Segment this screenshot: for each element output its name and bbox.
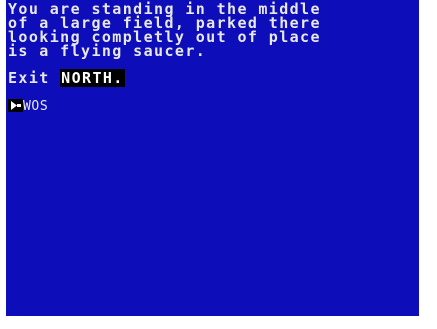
description-line-4: is a flying saucer. [8,42,207,60]
command-prompt[interactable]: WOS [8,98,48,114]
prompt-cursor-icon [8,99,23,112]
exits-line: Exit NORTH. [8,69,125,87]
exit-direction-north: NORTH. [60,69,125,87]
exit-label: Exit [8,69,61,87]
game-screen: You are standing in the middle of a larg… [6,0,419,316]
command-input[interactable]: WOS [23,99,48,114]
